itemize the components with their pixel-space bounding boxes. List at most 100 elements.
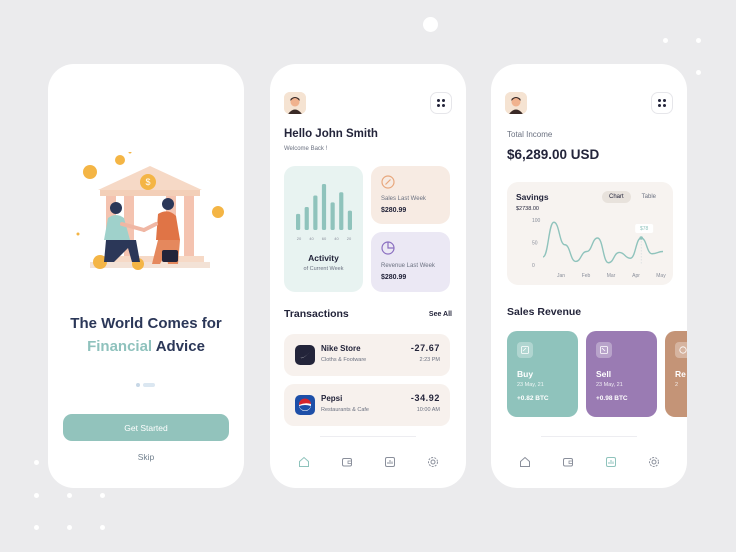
divider — [320, 436, 416, 437]
activity-axis-label: 20 — [297, 236, 302, 241]
onboarding-screen: $ The World Comes for Financial Advice G… — [48, 64, 244, 488]
total-income-label: Total Income — [507, 130, 553, 139]
y-tick-label: 50 — [532, 241, 538, 247]
total-income-value: $6,289.00 USD — [507, 147, 600, 162]
headline-line2: Financial Advice — [48, 335, 244, 358]
pie-chart-icon — [381, 241, 395, 255]
decor-dot — [696, 70, 701, 75]
x-tick-label: Mar — [607, 273, 616, 279]
divider — [541, 436, 637, 437]
transaction-time: 2:23 PM — [419, 357, 440, 363]
wallet-icon[interactable] — [341, 456, 353, 468]
card-value: +0.82 BTC — [517, 395, 549, 402]
activity-subtitle: of Current Week — [303, 266, 344, 272]
revenue-label: Revenue Last Week — [381, 263, 435, 269]
transaction-time: 10:00 AM — [416, 407, 440, 413]
skip-link[interactable]: Skip — [48, 452, 244, 462]
bottom-nav — [282, 454, 454, 470]
avatar[interactable] — [505, 92, 527, 114]
toggle-chart[interactable]: Chart — [601, 191, 631, 203]
revenue-value: $280.99 — [381, 274, 407, 281]
sales-last-week-card[interactable]: Sales Last Week $280.99 — [371, 166, 450, 224]
svg-text:$: $ — [145, 177, 150, 187]
settings-icon[interactable] — [427, 456, 439, 468]
bottom-nav — [503, 454, 675, 470]
home-icon[interactable] — [298, 456, 310, 468]
income-screen: Total Income $6,289.00 USD 0 50 100 Jan Feb M… — [491, 64, 687, 488]
greeting-title: Hello John Smith — [284, 128, 378, 140]
activity-bar — [304, 207, 309, 230]
transaction-category: Restaurants & Cafe — [321, 407, 369, 413]
activity-axis-label: 20 — [347, 236, 352, 241]
headline-line1: The World Comes for — [70, 315, 222, 332]
activity-axis-label: 60 — [322, 236, 327, 241]
savings-amount: $2738.00 — [516, 206, 539, 212]
pager-dot-active[interactable] — [143, 383, 155, 387]
settings-icon[interactable] — [648, 456, 660, 468]
x-tick-label: Feb — [582, 273, 591, 279]
decor-dot — [100, 493, 105, 498]
sell-card[interactable]: Sell 23 May, 21 +0.98 BTC — [586, 331, 657, 417]
decor-dot — [34, 460, 39, 465]
home-screen: Hello John Smith Welcome Back ! 20 40 60 40… — [270, 64, 466, 488]
avatar[interactable] — [284, 92, 306, 114]
page-indicator — [136, 383, 155, 387]
sales-label: Sales Last Week — [381, 196, 426, 202]
activity-bar — [339, 192, 344, 230]
greeting-subtitle: Welcome Back ! — [284, 146, 328, 152]
decor-dot — [34, 525, 39, 530]
activity-bar — [313, 195, 318, 230]
toggle-table[interactable]: Table — [635, 191, 663, 203]
menu-grid-button[interactable] — [651, 92, 673, 114]
grid-icon — [658, 99, 666, 107]
y-tick-label: 0 — [532, 263, 535, 269]
headline-rest: Advice — [152, 338, 205, 355]
chart-table-toggle: Chart Table — [601, 191, 663, 203]
menu-grid-button[interactable] — [430, 92, 452, 114]
x-tick-label: Apr — [632, 273, 640, 279]
decor-dot — [696, 38, 701, 43]
revenue-icon — [675, 342, 687, 358]
activity-bar — [347, 210, 352, 230]
savings-line-chart: 0 50 100 Jan Feb Mar Apr May $78 — [532, 218, 666, 279]
decor-dot — [423, 17, 438, 32]
activity-bar-chart: 20 40 60 40 20 — [296, 184, 352, 241]
revenue-card[interactable]: Re 2 — [665, 331, 687, 417]
get-started-button[interactable]: Get Started — [63, 414, 229, 441]
card-title: Re — [675, 369, 686, 379]
wallet-icon[interactable] — [562, 456, 574, 468]
home-icon[interactable] — [519, 456, 531, 468]
transaction-name: Nike Store — [321, 344, 361, 353]
pager-dot[interactable] — [136, 383, 140, 387]
y-tick-label: 100 — [532, 218, 541, 224]
sales-value: $280.99 — [381, 207, 407, 214]
grid-icon — [437, 99, 445, 107]
activity-axis-label: 40 — [309, 236, 314, 241]
bank-illustration: $ — [76, 152, 224, 270]
see-all-link[interactable]: See All — [429, 311, 452, 318]
card-title: Sell — [596, 369, 612, 379]
card-title: Buy — [517, 369, 534, 379]
chart-icon[interactable] — [605, 456, 617, 468]
transaction-amount: -27.67 — [410, 343, 440, 353]
card-date: 23 May, 21 — [517, 382, 544, 388]
decor-dot — [663, 38, 668, 43]
decor-dot — [100, 525, 105, 530]
decor-dot — [34, 493, 39, 498]
transaction-item[interactable]: Pepsi Restaurants & Cafe -34.92 10:00 AM — [284, 384, 450, 426]
buy-card[interactable]: Buy 23 May, 21 +0.82 BTC — [507, 331, 578, 417]
headline-accent: Financial — [87, 338, 153, 355]
activity-bar — [321, 184, 327, 230]
transaction-item[interactable]: Nike Store Cloths & Footware -27.67 2:23… — [284, 334, 450, 376]
transaction-name: Pepsi — [321, 394, 343, 403]
activity-card[interactable]: 20 40 60 40 20 Activity of Current Week — [284, 166, 363, 292]
x-tick-label: May — [656, 273, 666, 279]
tooltip-point — [639, 236, 643, 240]
chart-icon[interactable] — [384, 456, 396, 468]
savings-card: 0 50 100 Jan Feb Mar Apr May $78 Savings $2738.0… — [507, 182, 673, 285]
activity-bar — [296, 213, 301, 230]
revenue-last-week-card[interactable]: Revenue Last Week $280.99 — [371, 232, 450, 292]
transaction-category: Cloths & Footware — [321, 357, 367, 363]
percent-circle-icon — [381, 175, 395, 189]
savings-title: Savings — [516, 192, 549, 202]
